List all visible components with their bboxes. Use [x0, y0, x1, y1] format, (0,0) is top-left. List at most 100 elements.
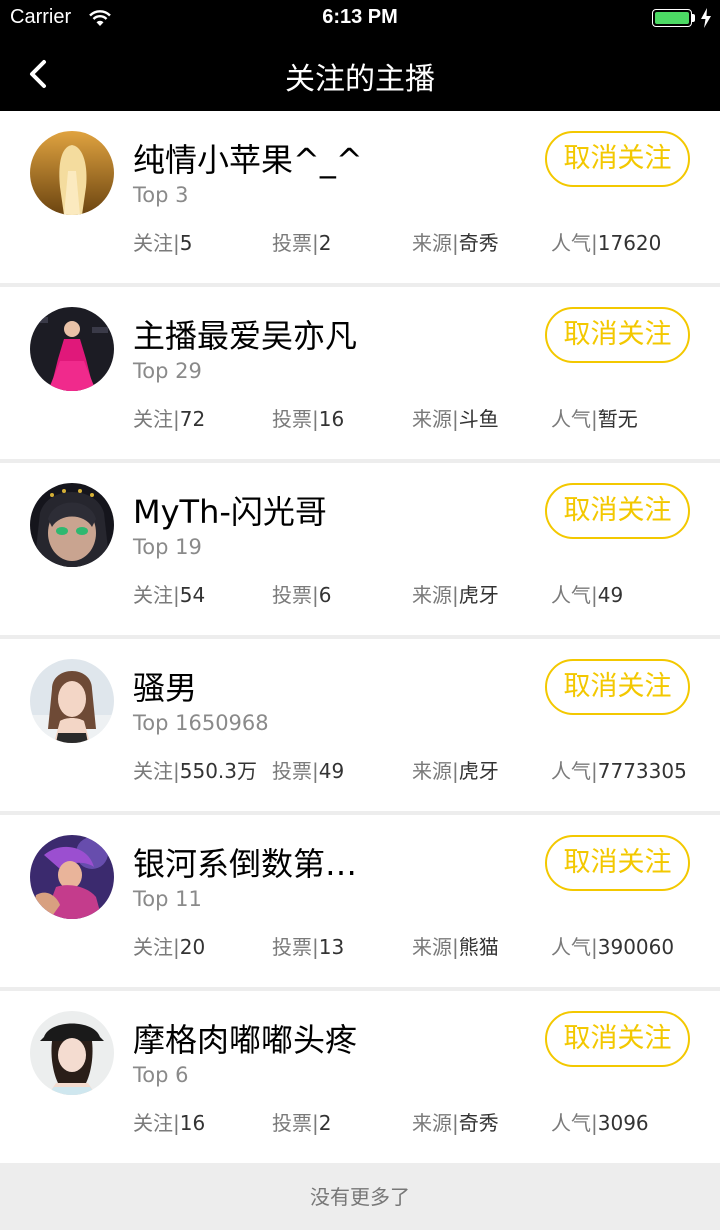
- popularity-label: 人气|: [551, 1111, 598, 1135]
- votes-value: 6: [318, 583, 332, 607]
- votes-label: 投票|: [272, 231, 319, 255]
- source-value: 熊猫: [458, 935, 499, 959]
- follow-value: 16: [179, 1111, 206, 1135]
- streamer-card[interactable]: 纯情小苹果^_^ Top 3 关注|5 投票|2 来源|奇秀 人气|17620 …: [0, 111, 720, 283]
- popularity-value: 49: [597, 583, 624, 607]
- streamer-card[interactable]: MyTh-闪光哥 Top 19 关注|54 投票|6 来源|虎牙 人气|49 取…: [0, 463, 720, 635]
- unfollow-button[interactable]: 取消关注: [545, 659, 690, 715]
- popularity-count: 人气|49: [551, 579, 623, 608]
- streamer-name: MyTh-闪光哥: [133, 493, 327, 531]
- streamer-name: 纯情小苹果^_^: [133, 141, 363, 179]
- streamer-rank: Top 19: [133, 535, 202, 559]
- battery-tip: [692, 14, 695, 22]
- source-platform: 来源|虎牙: [412, 579, 499, 608]
- streamer-name: 银河系倒数第…: [133, 845, 358, 883]
- follow-label: 关注|: [133, 1111, 180, 1135]
- unfollow-button[interactable]: 取消关注: [545, 1011, 690, 1067]
- streamer-card[interactable]: 主播最爱吴亦凡 Top 29 关注|72 投票|16 来源|斗鱼 人气|暂无 取…: [0, 287, 720, 459]
- follow-label: 关注|: [133, 759, 180, 783]
- streamer-list: 纯情小苹果^_^ Top 3 关注|5 投票|2 来源|奇秀 人气|17620 …: [0, 111, 720, 1167]
- vote-count: 投票|6: [272, 579, 331, 608]
- avatar[interactable]: [30, 483, 114, 567]
- avatar[interactable]: [30, 131, 114, 215]
- battery-icon: [652, 9, 692, 27]
- source-platform: 来源|奇秀: [412, 1107, 499, 1136]
- avatar[interactable]: [30, 659, 114, 743]
- follow-label: 关注|: [133, 407, 180, 431]
- source-platform: 来源|熊猫: [412, 931, 499, 960]
- streamer-card[interactable]: 摩格肉嘟嘟头疼 Top 6 关注|16 投票|2 来源|奇秀 人气|3096 取…: [0, 991, 720, 1163]
- votes-value: 2: [318, 231, 332, 255]
- streamer-rank: Top 11: [133, 887, 202, 911]
- follow-label: 关注|: [133, 231, 180, 255]
- streamer-card[interactable]: 银河系倒数第… Top 11 关注|20 投票|13 来源|熊猫 人气|3900…: [0, 815, 720, 987]
- source-platform: 来源|虎牙: [412, 755, 499, 784]
- streamer-name: 骚男: [133, 669, 198, 707]
- votes-value: 16: [318, 407, 345, 431]
- follow-count: 关注|72: [133, 403, 205, 432]
- unfollow-button[interactable]: 取消关注: [545, 483, 690, 539]
- follow-count: 关注|54: [133, 579, 205, 608]
- votes-value: 49: [318, 759, 345, 783]
- follow-value: 72: [179, 407, 206, 431]
- votes-value: 2: [318, 1111, 332, 1135]
- source-value: 虎牙: [458, 759, 499, 783]
- source-label: 来源|: [412, 935, 459, 959]
- votes-label: 投票|: [272, 583, 319, 607]
- source-label: 来源|: [412, 583, 459, 607]
- popularity-label: 人气|: [551, 935, 598, 959]
- streamer-card[interactable]: 骚男 Top 1650968 关注|550.3万 投票|49 来源|虎牙 人气|…: [0, 639, 720, 811]
- vote-count: 投票|2: [272, 1107, 331, 1136]
- status-bar: Carrier 6:13 PM: [0, 0, 720, 40]
- follow-value: 5: [179, 231, 193, 255]
- popularity-count: 人气|390060: [551, 931, 674, 960]
- source-label: 来源|: [412, 231, 459, 255]
- follow-label: 关注|: [133, 935, 180, 959]
- streamer-name: 主播最爱吴亦凡: [133, 317, 358, 355]
- source-platform: 来源|斗鱼: [412, 403, 499, 432]
- votes-label: 投票|: [272, 935, 319, 959]
- votes-label: 投票|: [272, 1111, 319, 1135]
- source-label: 来源|: [412, 759, 459, 783]
- avatar[interactable]: [30, 1011, 114, 1095]
- source-platform: 来源|奇秀: [412, 227, 499, 256]
- popularity-value: 390060: [597, 935, 675, 959]
- popularity-value: 3096: [597, 1111, 649, 1135]
- popularity-label: 人气|: [551, 759, 598, 783]
- vote-count: 投票|16: [272, 403, 344, 432]
- popularity-count: 人气|3096: [551, 1107, 649, 1136]
- no-more-footer: 没有更多了: [0, 1169, 720, 1230]
- source-value: 虎牙: [458, 583, 499, 607]
- source-label: 来源|: [412, 1111, 459, 1135]
- source-value: 奇秀: [458, 231, 499, 255]
- popularity-label: 人气|: [551, 407, 598, 431]
- page-title: 关注的主播: [285, 62, 435, 97]
- streamer-rank: Top 6: [133, 1063, 189, 1087]
- popularity-count: 人气|7773305: [551, 755, 687, 784]
- follow-count: 关注|5: [133, 227, 192, 256]
- follow-count: 关注|16: [133, 1107, 205, 1136]
- streamer-rank: Top 1650968: [133, 711, 269, 735]
- votes-value: 13: [318, 935, 345, 959]
- clock: 6:13 PM: [322, 6, 398, 28]
- popularity-count: 人气|17620: [551, 227, 661, 256]
- streamer-rank: Top 29: [133, 359, 202, 383]
- source-value: 斗鱼: [458, 407, 499, 431]
- follow-count: 关注|550.3万: [133, 755, 257, 784]
- popularity-value: 7773305: [597, 759, 687, 783]
- popularity-count: 人气|暂无: [551, 403, 638, 432]
- popularity-label: 人气|: [551, 231, 598, 255]
- unfollow-button[interactable]: 取消关注: [545, 131, 690, 187]
- source-value: 奇秀: [458, 1111, 499, 1135]
- avatar[interactable]: [30, 307, 114, 391]
- vote-count: 投票|49: [272, 755, 344, 784]
- navigation-bar: 关注的主播: [0, 40, 720, 111]
- avatar[interactable]: [30, 835, 114, 919]
- unfollow-button[interactable]: 取消关注: [545, 835, 690, 891]
- follow-value: 54: [179, 583, 206, 607]
- unfollow-button[interactable]: 取消关注: [545, 307, 690, 363]
- vote-count: 投票|13: [272, 931, 344, 960]
- vote-count: 投票|2: [272, 227, 331, 256]
- popularity-label: 人气|: [551, 583, 598, 607]
- votes-label: 投票|: [272, 759, 319, 783]
